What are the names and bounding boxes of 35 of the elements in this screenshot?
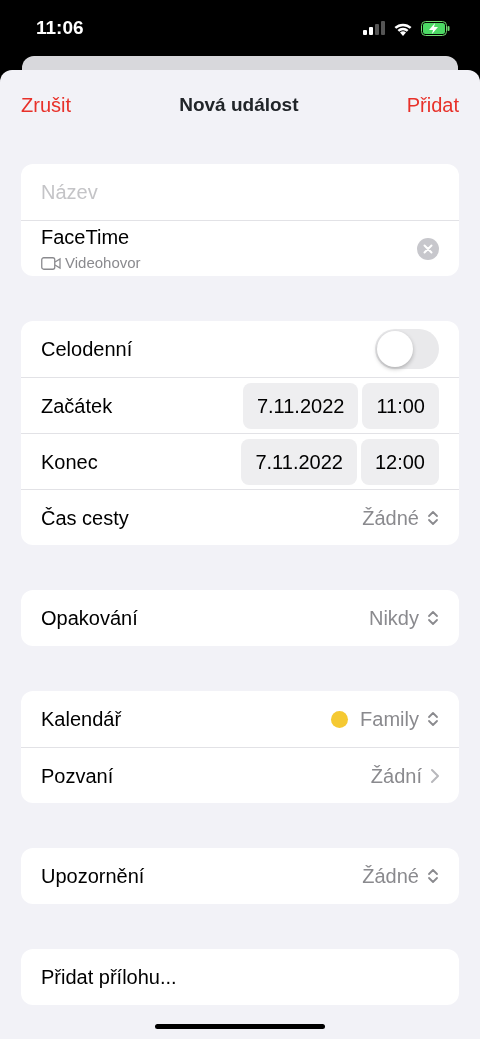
home-indicator[interactable] [155, 1024, 325, 1029]
video-camera-icon [41, 257, 61, 270]
row-label: Čas cesty [41, 505, 130, 531]
popup-button[interactable]: Family [360, 704, 439, 734]
battery-charging-icon [421, 20, 450, 36]
time-button[interactable]: 11:00 [362, 382, 439, 429]
time-button[interactable]: 12:00 [360, 438, 439, 485]
up-down-chevron-icon [427, 610, 439, 626]
row-label: Konec [41, 449, 99, 475]
clear-button[interactable] [417, 237, 439, 260]
popup-button[interactable]: Žádné [362, 502, 439, 533]
cancel-button[interactable]: Zrušit [21, 90, 71, 120]
add-button[interactable]: Přidat [406, 90, 459, 120]
date-button[interactable]: 7.11.2022 [241, 438, 357, 485]
row-label: Opakování [41, 606, 139, 631]
invitees-link[interactable]: Žádní [370, 760, 439, 791]
sheet-title: Nová událost [179, 92, 299, 117]
signal-icon [363, 21, 385, 35]
status-time: 11:06 [36, 15, 84, 40]
popup-button[interactable]: Nikdy [369, 603, 439, 633]
toggle-switch[interactable] [375, 329, 439, 369]
row-label: Celodenní [41, 337, 134, 362]
up-down-chevron-icon [427, 868, 439, 884]
row-label: Upozornění [41, 864, 146, 889]
chevron-right-icon [430, 767, 439, 784]
row-label: Pozvaní [41, 763, 115, 789]
add-attachment-button[interactable]: Přidat přílohu... [41, 962, 177, 992]
popup-button[interactable]: Žádné [362, 861, 439, 891]
row-label: Začátek [41, 393, 114, 419]
location-subtitle: Videohovor [65, 253, 141, 274]
location-text: FaceTime [41, 225, 131, 251]
date-button[interactable]: 7.11.2022 [242, 382, 359, 429]
row-label: Kalendář [41, 707, 123, 732]
up-down-chevron-icon [427, 711, 439, 727]
up-down-chevron-icon [427, 509, 439, 526]
